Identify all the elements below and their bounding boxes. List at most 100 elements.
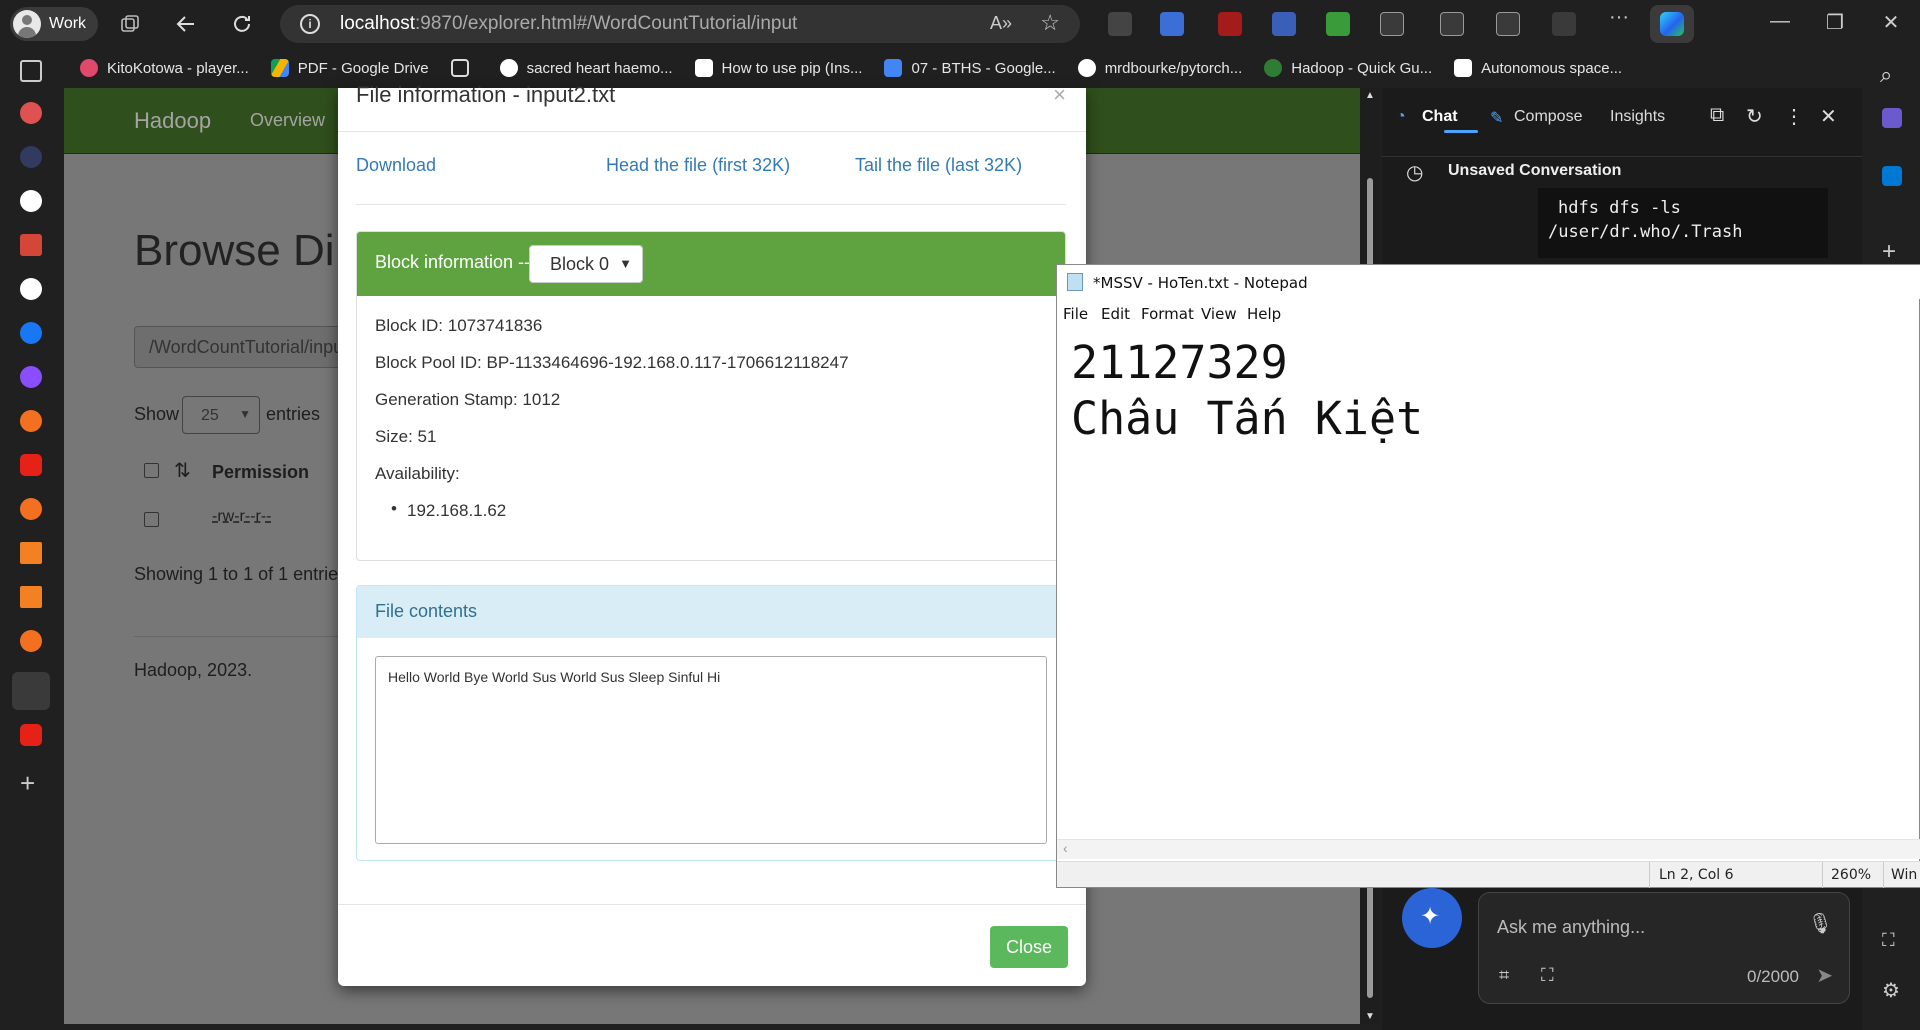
extension-ublock-icon[interactable]	[1218, 12, 1242, 36]
messenger-icon[interactable]	[20, 366, 42, 388]
close-window-icon[interactable]: ✕	[1876, 10, 1906, 35]
stackoverflow-icon[interactable]	[20, 542, 42, 564]
bookmark-item[interactable]: sacred heart haemo...	[499, 59, 673, 77]
download-link[interactable]: Download	[356, 155, 436, 176]
bookmark-item[interactable]: PDF - Google Drive	[270, 59, 429, 77]
site-info-icon[interactable]: i	[300, 14, 320, 34]
tail-file-link[interactable]: Tail the file (last 32K)	[855, 155, 1022, 176]
favorite-star-icon[interactable]: ☆	[1040, 10, 1060, 36]
read-aloud-icon[interactable]: A»	[990, 13, 1012, 34]
microphone-icon[interactable]: 🎙	[1808, 911, 1833, 936]
bookmark-item[interactable]: KitoKotowa - player...	[80, 59, 249, 77]
collections-icon[interactable]	[1496, 12, 1520, 36]
close-pane-icon[interactable]: ✕	[1820, 104, 1837, 129]
bookmark-item[interactable]: How to use pip (Ins...	[694, 59, 862, 77]
extension-pen-icon[interactable]	[1326, 12, 1350, 36]
copilot-button[interactable]	[1650, 5, 1694, 43]
screenshot-icon[interactable]: ⛶	[1541, 965, 1554, 986]
notepad-text-area[interactable]: 21127329 Châu Tấn Kiệt	[1057, 327, 1920, 847]
gmail-icon[interactable]	[20, 234, 42, 256]
menu-format[interactable]: Format	[1141, 305, 1194, 323]
nav-overview[interactable]: Overview	[250, 110, 325, 131]
copilot-divider	[1382, 156, 1862, 157]
ask-input-box[interactable]: Ask me anything... 🎙 ⌗ ⛶ 0/2000 ➤	[1478, 892, 1850, 1004]
tab-favicon-icon[interactable]	[20, 146, 42, 168]
stackoverflow-icon[interactable]	[20, 586, 42, 608]
sort-icon[interactable]: ⇅	[174, 458, 191, 483]
extension-grid-icon[interactable]	[1272, 12, 1296, 36]
github-icon[interactable]	[20, 190, 42, 212]
close-button[interactable]: Close	[990, 926, 1068, 968]
settings-gear-icon[interactable]: ⚙	[1882, 978, 1900, 1003]
more-menu-icon[interactable]: ···	[1604, 6, 1634, 29]
bookmark-item[interactable]	[450, 59, 478, 77]
extension-collections-icon[interactable]	[1108, 12, 1132, 36]
tab-favicon-icon[interactable]	[20, 630, 42, 652]
scroll-up-icon[interactable]: ▲	[1365, 90, 1375, 101]
url-path: :9870/explorer.html#/WordCountTutorial/i…	[415, 13, 798, 34]
text-line: 21127329	[1071, 336, 1288, 389]
split-screen-icon[interactable]	[1440, 12, 1464, 36]
availability-host-ip: 192.168.1.62	[407, 501, 507, 520]
more-options-icon[interactable]: ⋮	[1784, 104, 1804, 129]
search-icon[interactable]: ⌕	[1880, 62, 1892, 88]
bookmark-item[interactable]: Autonomous space...	[1454, 59, 1622, 77]
github-icon[interactable]	[20, 278, 42, 300]
active-tab-page-icon[interactable]	[12, 672, 50, 710]
block-select[interactable]: Block 0 ▼	[529, 245, 643, 283]
tab-favicon-icon[interactable]	[20, 498, 42, 520]
scroll-down-icon[interactable]: ▼	[1365, 1011, 1375, 1022]
refresh-icon[interactable]: ↻	[1746, 104, 1763, 129]
refresh-icon[interactable]	[228, 10, 256, 38]
address-bar[interactable]: i localhost:9870/explorer.html#/WordCoun…	[280, 5, 1080, 43]
browser-essentials-icon[interactable]	[1552, 12, 1576, 36]
row-checkbox[interactable]	[144, 512, 159, 527]
select-all-checkbox[interactable]	[144, 463, 159, 478]
youtube-icon[interactable]	[20, 724, 42, 746]
menu-file[interactable]: File	[1063, 305, 1088, 323]
copilot-rail-icon[interactable]	[1882, 108, 1902, 128]
head-file-link[interactable]: Head the file (first 32K)	[606, 155, 790, 176]
minimize-icon[interactable]: —	[1765, 10, 1795, 33]
new-tab-icon[interactable]: +	[20, 768, 35, 799]
scroll-left-icon[interactable]: ‹	[1063, 840, 1068, 856]
row-permission[interactable]: -rw-r--r--	[212, 508, 272, 526]
tab-chat[interactable]: Chat	[1422, 108, 1478, 133]
extension-docs-icon[interactable]	[1160, 12, 1184, 36]
modal-footer-divider	[338, 904, 1086, 905]
horizontal-scrollbar[interactable]: ‹	[1057, 839, 1920, 859]
tab-panel-icon[interactable]	[20, 60, 42, 82]
facebook-icon[interactable]	[20, 322, 42, 344]
column-permission[interactable]: Permission	[212, 462, 309, 483]
tab-actions-icon[interactable]	[116, 10, 144, 38]
bookmark-item[interactable]: mrdbourke/pytorch...	[1077, 59, 1242, 77]
back-icon[interactable]	[172, 10, 200, 38]
tab-favicon-icon[interactable]	[20, 410, 42, 432]
tab-favicon-icon[interactable]	[20, 102, 42, 124]
image-search-icon[interactable]: ⌗	[1499, 965, 1509, 986]
bookmark-item[interactable]: Hadoop - Quick Gu...	[1264, 59, 1432, 77]
file-contents-textarea[interactable]: Hello World Bye World Sus World Sus Slee…	[375, 656, 1047, 844]
screenshot-icon[interactable]: ⛶	[1882, 930, 1895, 951]
block-info-label: Block information --	[375, 252, 531, 272]
menu-view[interactable]: View	[1201, 305, 1237, 323]
send-icon[interactable]: ➤	[1816, 963, 1833, 988]
extensions-puzzle-icon[interactable]	[1380, 12, 1404, 36]
profile-button[interactable]: Work	[10, 7, 98, 41]
new-topic-button[interactable]: ✦	[1402, 888, 1462, 948]
generation-stamp: Generation Stamp: 1012	[375, 390, 561, 409]
tab-insights[interactable]: Insights	[1610, 108, 1665, 126]
history-icon[interactable]: ◷	[1406, 160, 1423, 185]
tab-compose[interactable]: Compose	[1514, 108, 1582, 126]
entries-select[interactable]: 25 ▼	[182, 396, 260, 434]
menu-help[interactable]: Help	[1247, 305, 1281, 323]
open-in-new-icon[interactable]: ⧉	[1710, 104, 1724, 127]
restore-icon[interactable]: ❐	[1820, 10, 1850, 35]
modal-close-icon[interactable]: ×	[1053, 82, 1066, 108]
menu-edit[interactable]: Edit	[1101, 305, 1130, 323]
outlook-icon[interactable]	[1882, 166, 1902, 186]
bookmark-item[interactable]: 07 - BTHS - Google...	[884, 59, 1056, 77]
hadoop-brand[interactable]: Hadoop	[134, 108, 211, 134]
youtube-icon[interactable]	[20, 454, 42, 476]
add-app-icon[interactable]: +	[1882, 238, 1896, 266]
